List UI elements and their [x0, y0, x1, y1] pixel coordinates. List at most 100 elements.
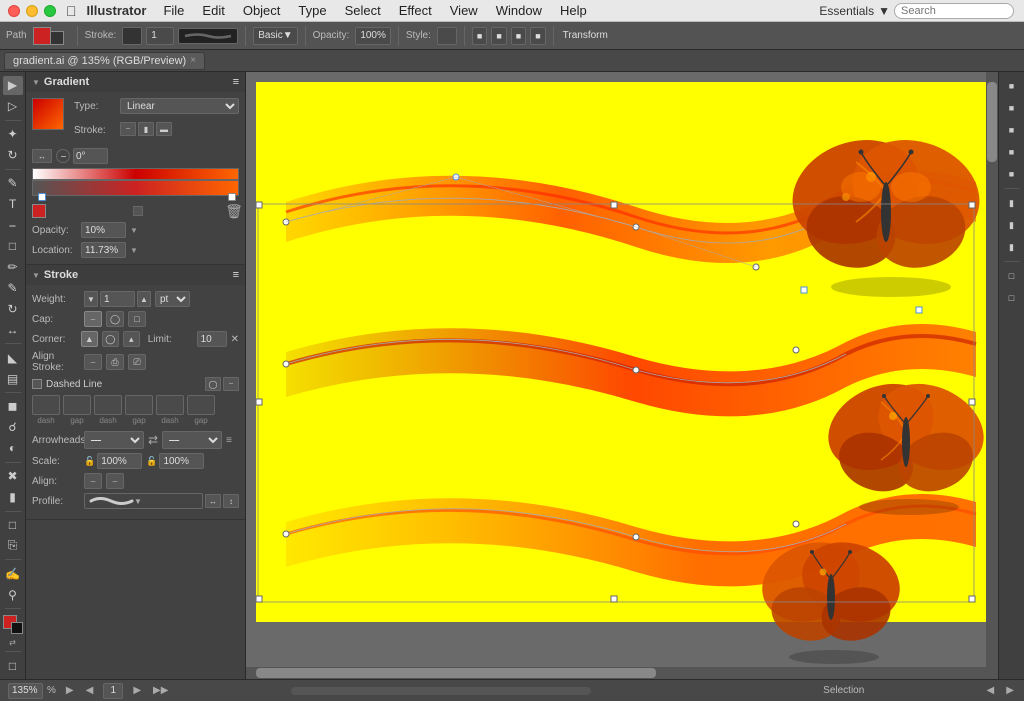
screen-mode-btn[interactable]: □ — [3, 656, 23, 675]
fill-swatch[interactable] — [33, 27, 51, 45]
stroke-header[interactable]: ▼ Stroke ≡ — [26, 265, 245, 285]
dash-input-1[interactable] — [32, 395, 60, 415]
minimize-button[interactable] — [26, 5, 38, 17]
menu-select[interactable]: Select — [342, 2, 384, 19]
limit-close[interactable]: ✕ — [231, 334, 239, 345]
menu-object[interactable]: Object — [240, 2, 284, 19]
brush-tool[interactable]: ✏ — [3, 257, 23, 276]
document-tab[interactable]: gradient.ai @ 135% (RGB/Preview) × — [4, 52, 205, 70]
stroke-style[interactable] — [178, 28, 238, 44]
prev-page-btn[interactable]: ▶ — [64, 685, 76, 696]
stroke-weight[interactable]: 1 — [146, 27, 174, 45]
cap-square[interactable]: □ — [128, 311, 146, 327]
eyedropper-tool[interactable]: ☌ — [3, 418, 23, 437]
gradient-header[interactable]: ▼ Gradient ≡ — [26, 72, 245, 92]
opacity-value[interactable]: 100% — [355, 27, 391, 45]
reverse-gradient-btn[interactable]: ↔ — [32, 149, 52, 163]
arrowhead-end-select[interactable]: ⎯⎯ — [162, 431, 222, 449]
stroke-type-1[interactable]: ⎯ — [120, 122, 136, 136]
menu-view[interactable]: View — [447, 2, 481, 19]
limit-input[interactable] — [197, 331, 227, 347]
symbol-tool[interactable]: ✖ — [3, 467, 23, 486]
gradient-type-select[interactable]: Linear — [120, 98, 239, 114]
dash-type-round[interactable]: ◯ — [205, 377, 221, 391]
location-input[interactable] — [81, 242, 126, 258]
weight-down-btn[interactable]: ▼ — [84, 291, 98, 307]
page-input[interactable] — [103, 683, 123, 699]
location-dropdown[interactable]: ▼ — [130, 246, 138, 255]
gap-input-3[interactable] — [187, 395, 215, 415]
swap-colors-btn[interactable]: ⇄ — [9, 638, 16, 647]
gradient-color-bar[interactable] — [32, 180, 239, 196]
canvas-area[interactable] — [246, 72, 998, 679]
delete-stop-btn[interactable]: 🗑 — [229, 204, 239, 218]
rp-btn-9[interactable]: □ — [1002, 266, 1022, 286]
scale-input-1[interactable] — [97, 453, 142, 469]
stop-opacity-swatch[interactable] — [133, 206, 143, 216]
vscroll-thumb[interactable] — [987, 82, 997, 162]
graph-tool[interactable]: ▤ — [3, 369, 23, 388]
corner-round[interactable]: ◯ — [102, 331, 119, 347]
zoom-input[interactable] — [8, 683, 43, 699]
next-page-btn[interactable]: ▶▶ — [151, 685, 170, 696]
line-tool[interactable]: ⎯ — [3, 216, 23, 235]
style-select[interactable] — [437, 27, 457, 45]
stop-color-swatch[interactable] — [32, 204, 46, 218]
arrowhead-start-select[interactable]: ⎯⎯ — [84, 431, 144, 449]
next-artboard-btn[interactable]: ▶ — [131, 685, 143, 696]
align-center-icon[interactable]: ■ — [491, 27, 506, 45]
playback-next[interactable]: ▶ — [1004, 685, 1016, 696]
menu-help[interactable]: Help — [557, 2, 590, 19]
swap-arrows-btn[interactable]: ⇄ — [148, 433, 158, 447]
rp-btn-5[interactable]: ■ — [1002, 164, 1022, 184]
pen-tool[interactable]: ✎ — [3, 174, 23, 193]
rp-btn-2[interactable]: ■ — [1002, 98, 1022, 118]
align-arrowhead-1[interactable]: ⎯ — [84, 473, 102, 489]
stroke-type-3[interactable]: ▬ — [156, 122, 172, 136]
menu-type[interactable]: Type — [295, 2, 329, 19]
align-right-icon[interactable]: ■ — [511, 27, 526, 45]
gradient-tool[interactable]: ◼ — [3, 397, 23, 416]
artboard-tool[interactable]: □ — [3, 516, 23, 535]
opacity-input[interactable] — [81, 222, 126, 238]
scale-lock-icon-2[interactable]: 🔓 — [146, 456, 157, 467]
menu-edit[interactable]: Edit — [199, 2, 227, 19]
opacity-dropdown[interactable]: ▼ — [130, 226, 138, 235]
lasso-tool[interactable]: ↻ — [3, 146, 23, 165]
hscroll-thumb[interactable] — [256, 668, 656, 678]
essentials-label[interactable]: Essentials — [819, 4, 874, 18]
warp-tool[interactable]: ◣ — [3, 348, 23, 367]
dashed-line-checkbox[interactable] — [32, 379, 42, 389]
scale-lock-icon[interactable]: 🔓 — [84, 456, 95, 467]
menu-window[interactable]: Window — [493, 2, 545, 19]
magic-wand-tool[interactable]: ✦ — [3, 125, 23, 144]
weight-input[interactable] — [100, 291, 135, 307]
arrowhead-options[interactable]: ≡ — [226, 435, 232, 446]
direct-selection-tool[interactable]: ▷ — [3, 97, 23, 116]
selection-tool[interactable]: ▶ — [3, 76, 23, 95]
scale-input-2[interactable] — [159, 453, 204, 469]
angle-input[interactable] — [73, 148, 108, 164]
zoom-tool[interactable]: ⚲ — [3, 585, 23, 604]
gradient-stop-left[interactable] — [38, 193, 46, 201]
cap-round[interactable]: ◯ — [106, 311, 124, 327]
stroke-swatch[interactable] — [50, 31, 64, 45]
dash-type-adjust[interactable]: ⎯ — [223, 377, 239, 391]
maximize-button[interactable] — [44, 5, 56, 17]
vertical-scrollbar[interactable] — [986, 72, 998, 667]
align-outside-stroke[interactable]: ⎚ — [128, 354, 146, 370]
tab-close-icon[interactable]: × — [190, 55, 196, 66]
fill-stroke-indicator[interactable] — [3, 615, 23, 634]
menu-file[interactable]: File — [160, 2, 187, 19]
rp-btn-8[interactable]: ▮ — [1002, 237, 1022, 257]
rp-btn-7[interactable]: ▮ — [1002, 215, 1022, 235]
rp-btn-6[interactable]: ▮ — [1002, 193, 1022, 213]
slice-tool[interactable]: ⎘ — [3, 536, 23, 555]
align-left-icon[interactable]: ■ — [472, 27, 487, 45]
gradient-opacity-bar[interactable] — [32, 168, 239, 180]
corner-miter[interactable]: ▲ — [81, 331, 98, 347]
dash-input-3[interactable] — [156, 395, 184, 415]
prev-artboard-btn[interactable]: ◀ — [84, 685, 96, 696]
stroke-options-icon[interactable]: ≡ — [233, 269, 239, 281]
hand-tool[interactable]: ✍ — [3, 564, 23, 583]
